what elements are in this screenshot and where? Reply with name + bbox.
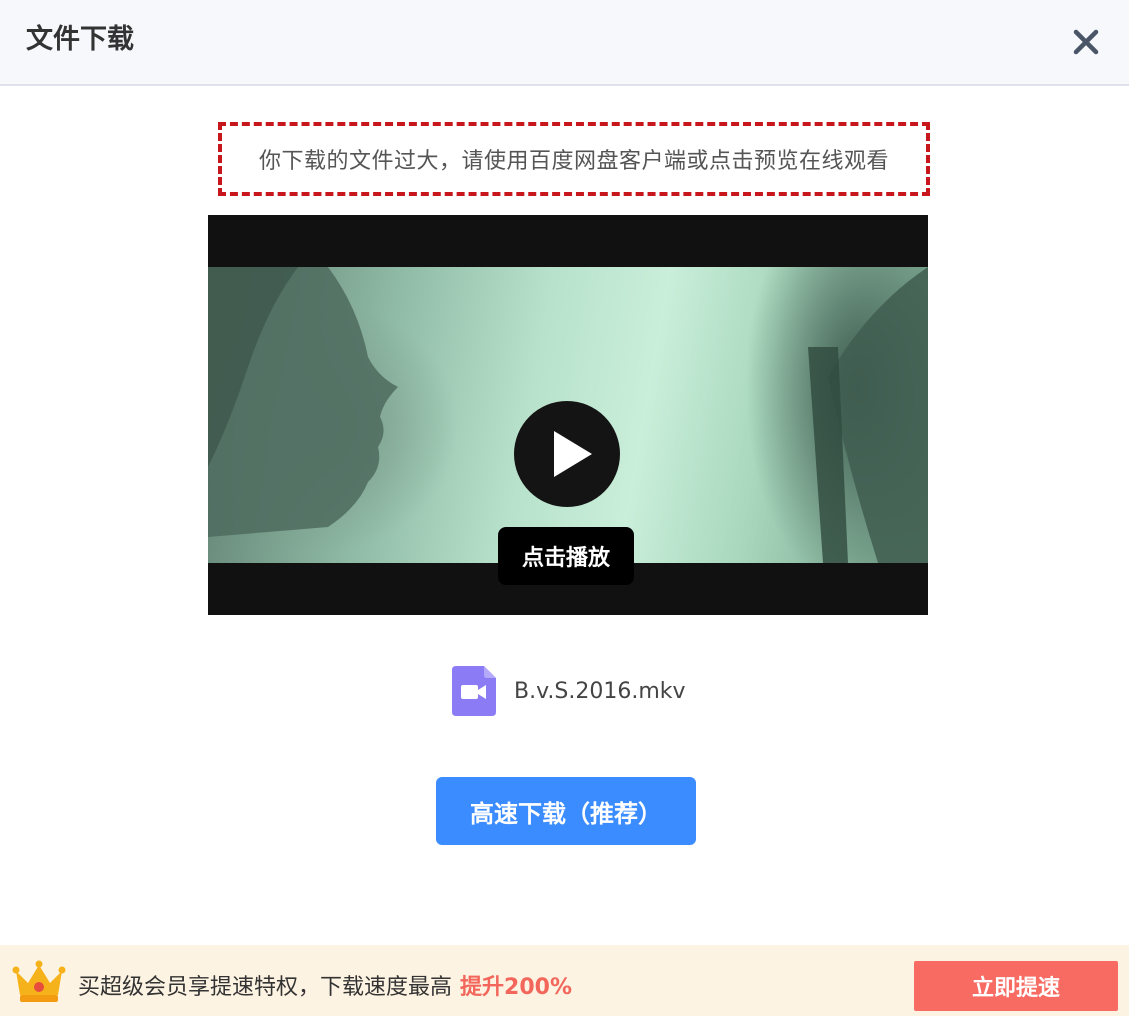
video-preview[interactable]: 点击播放: [208, 215, 928, 615]
dialog-title: 文件下载: [26, 24, 134, 55]
car-pillar: [808, 267, 928, 563]
crown-icon: [12, 960, 66, 1002]
promo-text-wrap: 买超级会员享提速特权，下载速度最高 提升200%: [78, 969, 572, 1001]
close-button[interactable]: [1068, 24, 1104, 60]
file-name: B.v.S.2016.mkv: [514, 678, 686, 704]
promo-text: 买超级会员享提速特权，下载速度最高: [78, 975, 453, 1000]
dialog-header: 文件下载: [0, 0, 1129, 86]
play-label-button[interactable]: 点击播放: [498, 527, 634, 585]
close-icon: [1073, 29, 1099, 55]
play-icon: [554, 431, 592, 477]
file-download-dialog: 文件下载 你下载的文件过大，请使用百度网盘客户端或点击预览在线观看 点击播放 B…: [0, 0, 1129, 1016]
notice-text: 你下载的文件过大，请使用百度网盘客户端或点击预览在线观看: [258, 149, 889, 174]
video-file-icon: [452, 666, 496, 716]
promo-highlight: 提升200%: [460, 975, 572, 1000]
video-frame: 点击播放: [208, 267, 928, 585]
size-warning-notice: 你下载的文件过大，请使用百度网盘客户端或点击预览在线观看: [218, 122, 930, 196]
speed-up-button[interactable]: 立即提速: [914, 961, 1118, 1011]
face-silhouette: [208, 267, 398, 537]
play-button[interactable]: [514, 401, 620, 507]
vip-promo-bar: 买超级会员享提速特权，下载速度最高 提升200% 立即提速: [0, 945, 1129, 1016]
high-speed-download-button[interactable]: 高速下载（推荐）: [436, 777, 696, 845]
file-info: B.v.S.2016.mkv: [452, 666, 686, 716]
